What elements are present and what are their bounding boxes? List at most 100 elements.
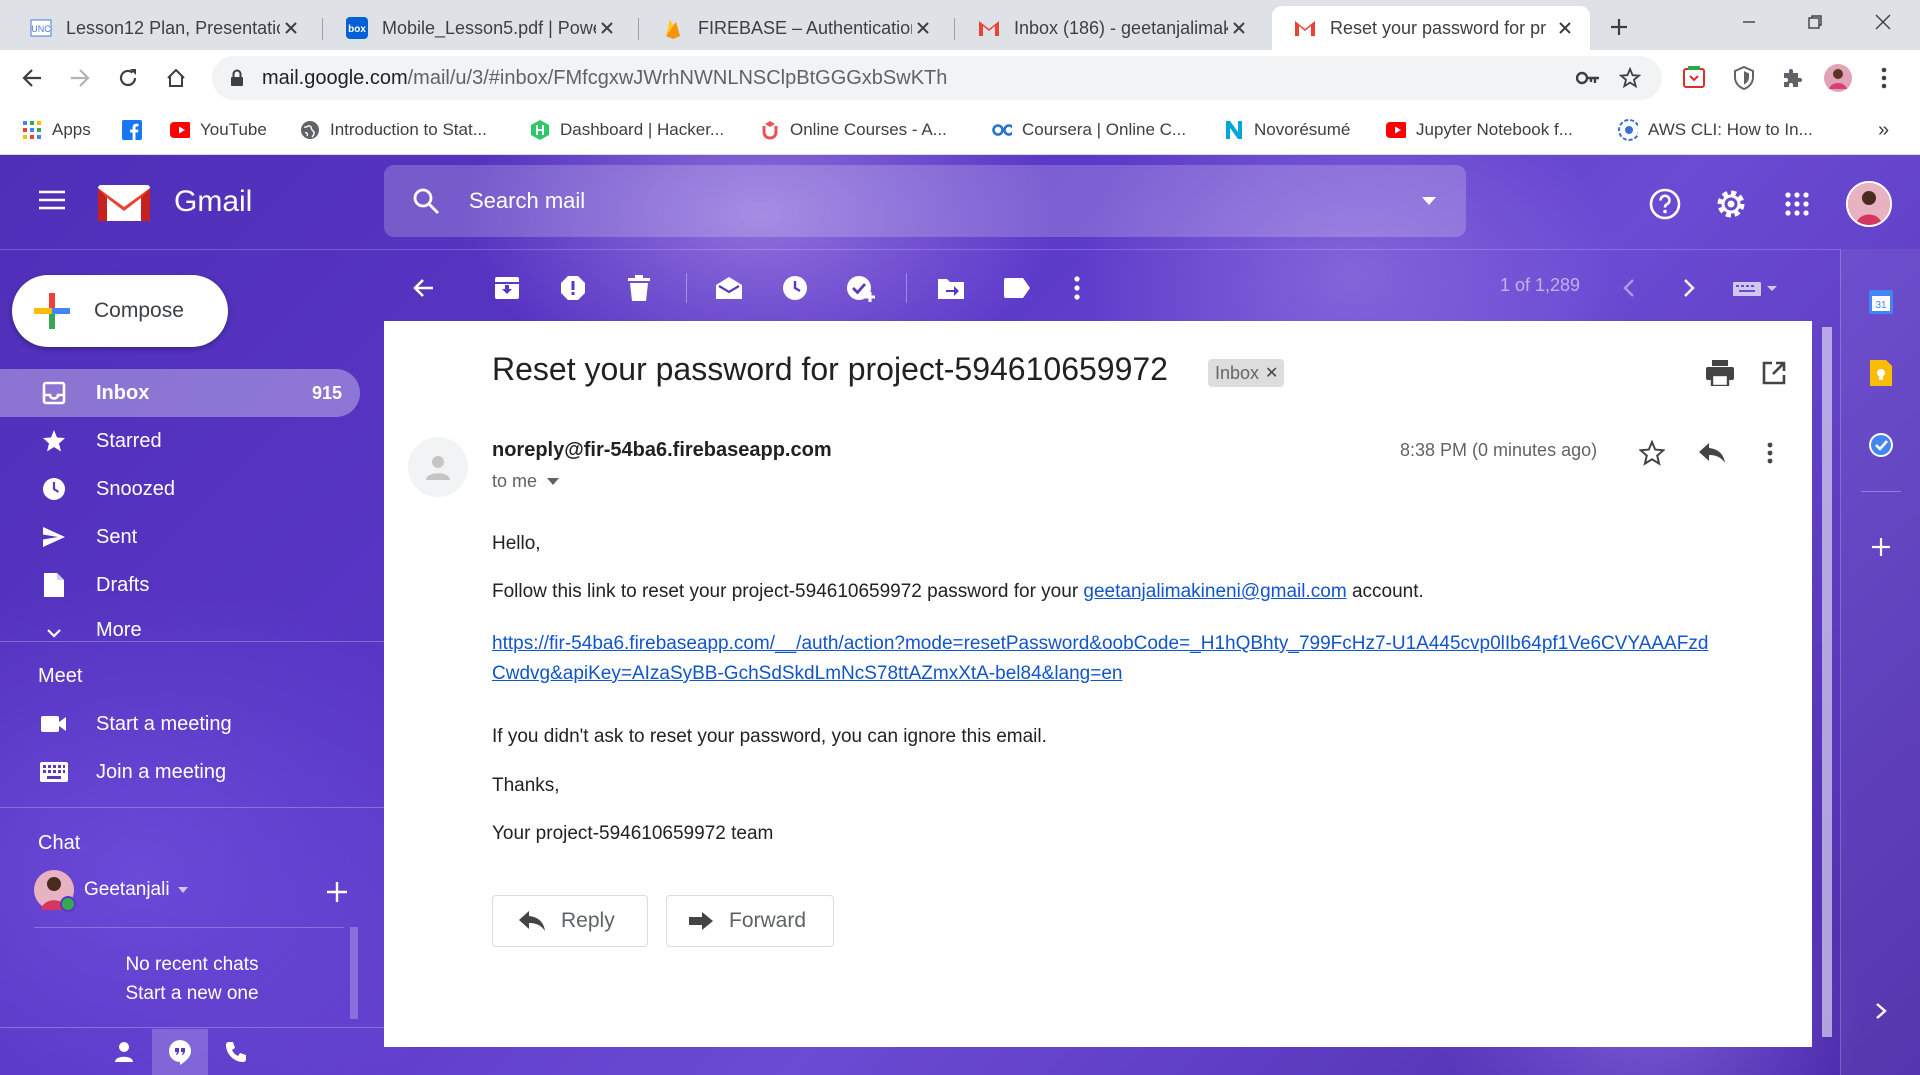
bookmark-coursera[interactable]: Coursera | Online C... bbox=[992, 116, 1186, 144]
browser-tab[interactable]: Inbox (186) - geetanjalimak bbox=[956, 6, 1264, 50]
sidebar-item-sent[interactable]: Sent bbox=[0, 513, 360, 561]
close-icon[interactable] bbox=[1228, 17, 1250, 39]
show-details-caret-icon[interactable] bbox=[547, 478, 560, 485]
reset-password-link[interactable]: https://fir-54ba6.firebaseapp.com/__/aut… bbox=[492, 633, 1708, 654]
forward-button[interactable]: Forward bbox=[666, 895, 834, 947]
report-spam-icon[interactable] bbox=[556, 271, 590, 305]
reply-icon[interactable] bbox=[1696, 437, 1728, 469]
labels-icon[interactable] bbox=[1000, 271, 1034, 305]
sidebar-item-drafts[interactable]: Drafts bbox=[0, 561, 360, 609]
sidebar-item-more[interactable]: More bbox=[0, 609, 360, 641]
main-menu-icon[interactable] bbox=[38, 189, 66, 211]
extension-shield-icon[interactable] bbox=[1728, 62, 1760, 94]
close-icon[interactable] bbox=[1554, 17, 1576, 39]
sidebar-item-inbox[interactable]: Inbox 915 bbox=[0, 369, 360, 417]
get-addons-plus-icon[interactable] bbox=[1865, 531, 1897, 563]
expand-panel-chevron-icon[interactable] bbox=[1865, 995, 1897, 1027]
keep-notes-icon[interactable] bbox=[1865, 357, 1897, 389]
bookmark-facebook[interactable] bbox=[122, 116, 152, 144]
sidebar-item-starred[interactable]: Starred bbox=[0, 417, 360, 465]
extensions-puzzle-icon[interactable] bbox=[1776, 62, 1808, 94]
start-new-chat-link[interactable]: Start a new one bbox=[34, 979, 350, 1008]
remove-label-icon[interactable]: ✕ bbox=[1265, 363, 1278, 383]
restore-button[interactable] bbox=[1782, 0, 1848, 44]
profile-avatar[interactable] bbox=[1822, 62, 1854, 94]
back-to-inbox-icon[interactable] bbox=[406, 271, 440, 305]
inbox-label-chip[interactable]: Inbox ✕ bbox=[1208, 359, 1285, 387]
join-meeting-button[interactable]: Join a meeting bbox=[0, 748, 360, 796]
bookmark-youtube[interactable]: YouTube bbox=[170, 116, 267, 144]
archive-icon[interactable] bbox=[490, 271, 524, 305]
search-icon[interactable] bbox=[412, 187, 440, 215]
reset-password-link-cont[interactable]: Cwdvg&apiKey=AIzaSyBB-GchSdSkdLmNcS78ttA… bbox=[492, 663, 1122, 684]
email-address-link[interactable]: geetanjalimakineni@gmail.com bbox=[1083, 581, 1346, 602]
phone-call-icon[interactable] bbox=[208, 1029, 264, 1075]
close-icon[interactable] bbox=[596, 17, 618, 39]
newer-chevron-left-icon[interactable] bbox=[1612, 271, 1646, 305]
older-chevron-right-icon[interactable] bbox=[1672, 271, 1706, 305]
open-new-window-icon[interactable] bbox=[1758, 357, 1790, 389]
home-button[interactable] bbox=[160, 62, 192, 94]
reload-button[interactable] bbox=[112, 62, 144, 94]
chevron-down-icon[interactable] bbox=[177, 887, 188, 893]
search-bar[interactable]: Search mail bbox=[384, 165, 1466, 237]
calendar-icon[interactable]: 31 bbox=[1865, 285, 1897, 317]
gmail-logo[interactable]: Gmail bbox=[96, 181, 252, 223]
chat-scrollbar[interactable] bbox=[350, 927, 358, 1019]
snooze-clock-icon[interactable] bbox=[778, 271, 812, 305]
compose-button[interactable]: Compose bbox=[12, 275, 228, 347]
chat-user-status[interactable]: Geetanjali bbox=[34, 870, 188, 912]
back-button[interactable] bbox=[16, 62, 48, 94]
help-icon[interactable] bbox=[1648, 187, 1682, 221]
recipient-details[interactable]: to me bbox=[492, 471, 560, 492]
bookmark-hackerrank[interactable]: Dashboard | Hacker... bbox=[530, 116, 724, 144]
delete-trash-icon[interactable] bbox=[622, 271, 656, 305]
minimize-button[interactable] bbox=[1716, 0, 1782, 44]
bookmark-jupyter[interactable]: Jupyter Notebook f... bbox=[1386, 116, 1573, 144]
hangouts-chat-icon[interactable] bbox=[152, 1029, 208, 1075]
more-bookmarks-button[interactable]: » bbox=[1878, 116, 1889, 144]
start-meeting-button[interactable]: Start a meeting bbox=[0, 700, 360, 748]
close-icon[interactable] bbox=[912, 17, 934, 39]
input-tools-keyboard-icon[interactable] bbox=[1728, 271, 1784, 305]
sender-address[interactable]: noreply@fir-54ba6.firebaseapp.com bbox=[492, 439, 832, 462]
account-avatar[interactable] bbox=[1846, 181, 1892, 227]
new-chat-plus-icon[interactable] bbox=[324, 879, 350, 905]
sender-avatar[interactable] bbox=[408, 437, 468, 497]
search-options-icon[interactable] bbox=[1422, 197, 1436, 205]
bookmark-novoresume[interactable]: Novorésumé bbox=[1224, 116, 1350, 144]
print-icon[interactable] bbox=[1704, 357, 1736, 389]
bookmark-apps[interactable]: Apps bbox=[22, 116, 91, 144]
bookmark-udemy[interactable]: Online Courses - A... bbox=[760, 116, 947, 144]
contacts-person-icon[interactable] bbox=[96, 1029, 152, 1075]
extension-pocket-icon[interactable] bbox=[1678, 62, 1710, 94]
move-to-icon[interactable] bbox=[934, 271, 968, 305]
close-icon[interactable] bbox=[280, 17, 302, 39]
browser-toolbar: mail.google.com/mail/u/3/#inbox/FMfcgxwJ… bbox=[0, 50, 1920, 106]
mark-unread-icon[interactable] bbox=[712, 271, 746, 305]
add-to-tasks-icon[interactable] bbox=[844, 271, 878, 305]
bookmark-introduction[interactable]: Introduction to Stat... bbox=[300, 116, 487, 144]
more-message-options-icon[interactable] bbox=[1754, 437, 1786, 469]
bookmark-aws[interactable]: AWS CLI: How to In... bbox=[1618, 116, 1813, 144]
browser-tab[interactable]: UNC Lesson12 Plan, Presentation bbox=[8, 6, 316, 50]
new-tab-button[interactable] bbox=[1604, 12, 1634, 42]
reply-button[interactable]: Reply bbox=[492, 895, 648, 947]
bookmark-star-icon[interactable] bbox=[1614, 62, 1646, 94]
address-bar[interactable]: mail.google.com/mail/u/3/#inbox/FMfcgxwJ… bbox=[212, 56, 1662, 100]
search-input[interactable]: Search mail bbox=[469, 188, 585, 214]
star-message-icon[interactable] bbox=[1636, 437, 1668, 469]
browser-menu-icon[interactable] bbox=[1868, 62, 1900, 94]
sidebar-item-snoozed[interactable]: Snoozed bbox=[0, 465, 360, 513]
window-close-button[interactable] bbox=[1850, 0, 1916, 44]
key-icon[interactable] bbox=[1572, 62, 1604, 94]
browser-tab[interactable]: FIREBASE – Authentication bbox=[640, 6, 948, 50]
browser-tab[interactable]: box Mobile_Lesson5.pdf | Powe bbox=[324, 6, 632, 50]
google-apps-icon[interactable] bbox=[1780, 187, 1814, 221]
message-scrollbar[interactable] bbox=[1822, 327, 1832, 1037]
tasks-icon[interactable] bbox=[1865, 429, 1897, 461]
forward-button[interactable] bbox=[64, 62, 96, 94]
more-actions-icon[interactable] bbox=[1060, 271, 1094, 305]
browser-tab-active[interactable]: Reset your password for pr bbox=[1272, 6, 1590, 50]
settings-gear-icon[interactable] bbox=[1714, 187, 1748, 221]
